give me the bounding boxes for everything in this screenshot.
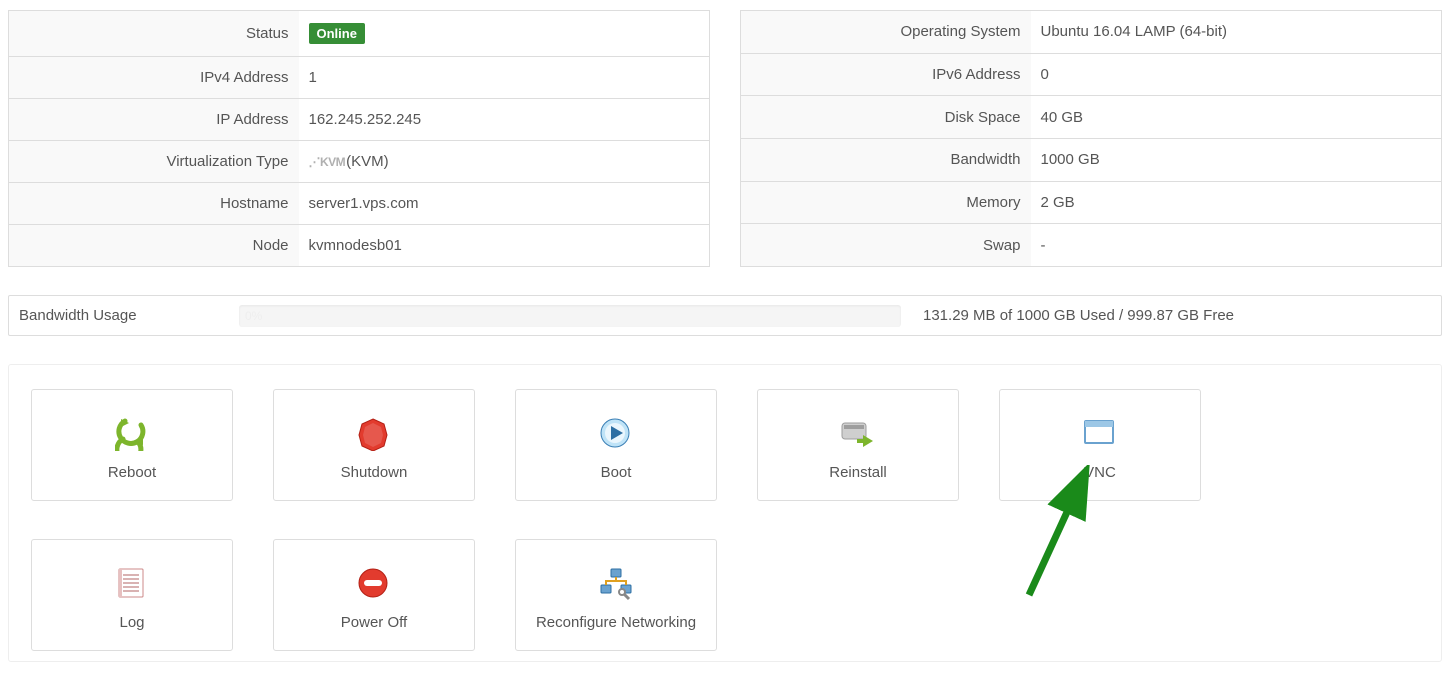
info-label: Memory: [741, 181, 1031, 224]
reboot-icon: [115, 410, 149, 458]
info-row-left-1: IPv4 Address1: [9, 57, 710, 99]
bandwidth-usage-summary: 131.29 MB of 1000 GB Used / 999.87 GB Fr…: [901, 296, 1441, 335]
info-value: Ubuntu 16.04 LAMP (64-bit): [1031, 11, 1442, 54]
info-label: IPv4 Address: [9, 57, 299, 99]
boot-icon: [599, 410, 633, 458]
action-label: Boot: [601, 464, 632, 481]
poweroff-button[interactable]: Power Off: [273, 539, 475, 651]
info-value: 1: [299, 57, 710, 99]
info-value: 162.245.252.245: [299, 99, 710, 141]
reinstall-icon: [841, 410, 875, 458]
info-label: Operating System: [741, 11, 1031, 54]
info-row-left-3: Virtualization Type⋰KVM(KVM): [9, 141, 710, 183]
vnc-button[interactable]: VNC: [999, 389, 1201, 501]
boot-button[interactable]: Boot: [515, 389, 717, 501]
vnc-icon: [1083, 410, 1117, 458]
info-label: Swap: [741, 224, 1031, 267]
info-value: 2 GB: [1031, 181, 1442, 224]
reconfigure-networking-icon: [599, 560, 633, 608]
info-row-right-1: IPv6 Address0: [741, 53, 1442, 96]
info-value: 40 GB: [1031, 96, 1442, 139]
bandwidth-progress-bar: 0%: [239, 305, 901, 327]
info-row-right-2: Disk Space40 GB: [741, 96, 1442, 139]
info-value: Online: [299, 11, 710, 57]
info-label: Virtualization Type: [9, 141, 299, 183]
action-label: Reinstall: [829, 464, 887, 481]
bandwidth-usage-label: Bandwidth Usage: [9, 296, 239, 335]
info-label: Hostname: [9, 183, 299, 225]
info-label: Node: [9, 225, 299, 267]
info-value: kvmnodesb01: [299, 225, 710, 267]
server-info-tables: Status Online IPv4 Address1IP Address162.2…: [8, 10, 1442, 267]
info-value: server1.vps.com: [299, 183, 710, 225]
reconfigure-networking-button[interactable]: Reconfigure Networking: [515, 539, 717, 651]
info-value: -: [1031, 224, 1442, 267]
action-label: VNC: [1084, 464, 1116, 481]
info-label: IP Address: [9, 99, 299, 141]
server-info-right-table: Operating SystemUbuntu 16.04 LAMP (64-bi…: [740, 10, 1442, 267]
server-info-left-table: Status Online IPv4 Address1IP Address162.2…: [8, 10, 710, 267]
info-row-left-5: Nodekvmnodesb01: [9, 225, 710, 267]
shutdown-button[interactable]: Shutdown: [273, 389, 475, 501]
actions-grid: Reboot Shutdown Boot Reinstall VNC Log Power O…: [31, 389, 1419, 651]
action-label: Power Off: [341, 614, 407, 631]
info-label: Bandwidth: [741, 138, 1031, 181]
info-value: 1000 GB: [1031, 138, 1442, 181]
info-value: 0: [1031, 53, 1442, 96]
bandwidth-progress-wrap: 0%: [239, 296, 901, 335]
info-row-right-4: Memory2 GB: [741, 181, 1442, 224]
reboot-button[interactable]: Reboot: [31, 389, 233, 501]
log-button[interactable]: Log: [31, 539, 233, 651]
info-row-left-0: Status Online: [9, 11, 710, 57]
info-value: ⋰KVM(KVM): [299, 141, 710, 183]
info-row-right-5: Swap-: [741, 224, 1442, 267]
reinstall-button[interactable]: Reinstall: [757, 389, 959, 501]
info-label: Disk Space: [741, 96, 1031, 139]
actions-panel: Reboot Shutdown Boot Reinstall VNC Log Power O…: [8, 364, 1442, 662]
info-row-right-3: Bandwidth1000 GB: [741, 138, 1442, 181]
info-row-left-4: Hostnameserver1.vps.com: [9, 183, 710, 225]
kvm-logo-icon: ⋰KVM: [309, 155, 346, 169]
action-label: Reconfigure Networking: [536, 614, 696, 631]
info-label: Status: [9, 11, 299, 57]
bandwidth-progress-fill: 0%: [239, 305, 245, 327]
info-row-left-2: IP Address162.245.252.245: [9, 99, 710, 141]
bandwidth-usage-row: Bandwidth Usage 0% 131.29 MB of 1000 GB …: [8, 295, 1442, 336]
poweroff-icon: [357, 560, 391, 608]
log-icon: [115, 560, 149, 608]
info-row-right-0: Operating SystemUbuntu 16.04 LAMP (64-bi…: [741, 11, 1442, 54]
action-label: Shutdown: [341, 464, 408, 481]
shutdown-icon: [357, 410, 391, 458]
info-label: IPv6 Address: [741, 53, 1031, 96]
status-badge: Online: [309, 23, 365, 44]
action-label: Log: [119, 614, 144, 631]
action-label: Reboot: [108, 464, 156, 481]
